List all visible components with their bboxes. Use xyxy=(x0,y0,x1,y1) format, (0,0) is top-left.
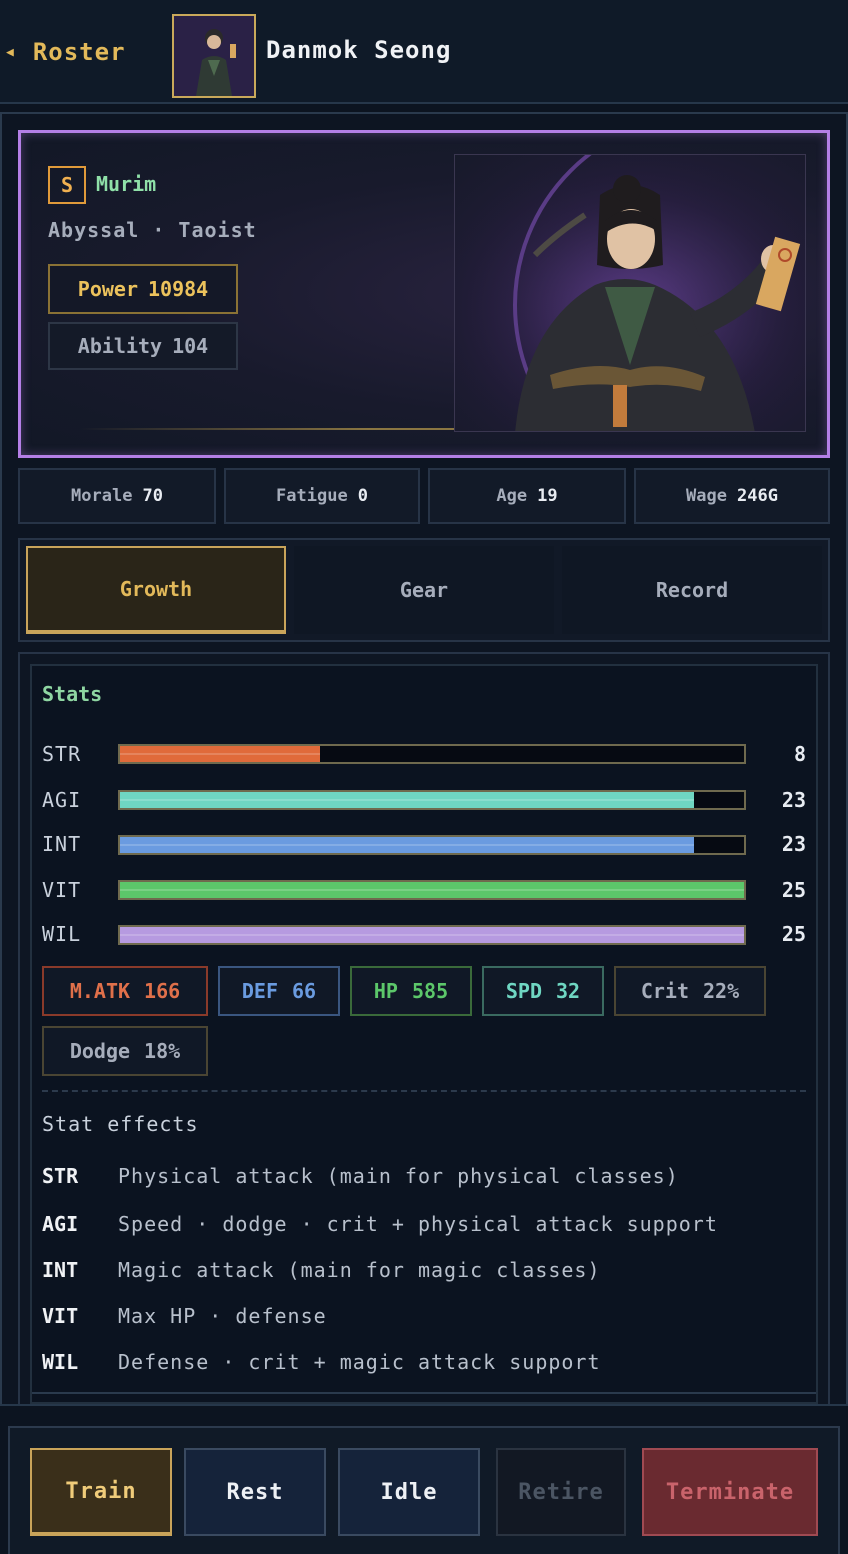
chip-crit: Crit 22% xyxy=(614,966,766,1016)
rest-button[interactable]: Rest xyxy=(184,1448,326,1536)
faction-label: Murim xyxy=(96,172,157,196)
status-label: Wage xyxy=(686,486,727,506)
class-subtitle: Abyssal · Taoist xyxy=(48,218,257,242)
character-avatar xyxy=(172,14,256,98)
stat-label-agi: AGI xyxy=(42,788,82,812)
back-label: Roster xyxy=(32,38,126,66)
status-value: 70 xyxy=(142,486,163,506)
chip-label: HP xyxy=(373,979,398,1003)
chip-value: 66 xyxy=(292,979,317,1003)
power-label: Power xyxy=(77,277,138,301)
stat-bar-fill xyxy=(120,927,744,943)
stat-label-int: INT xyxy=(42,832,82,856)
tab-growth[interactable]: Growth xyxy=(26,546,286,634)
chip-label: DEF xyxy=(241,979,279,1003)
chip-hp: HP 585 xyxy=(350,966,472,1016)
effect-text-int: Magic attack (main for magic classes) xyxy=(118,1258,601,1282)
power-value: 10984 xyxy=(148,277,209,301)
ability-badge: Ability 104 xyxy=(48,322,238,370)
idle-button[interactable]: Idle xyxy=(338,1448,480,1536)
character-portrait xyxy=(454,154,806,432)
status-wage: Wage 246G xyxy=(634,468,830,524)
status-value: 19 xyxy=(537,486,558,506)
chip-dodge: Dodge 18% xyxy=(42,1026,208,1076)
effect-key-wil: WIL xyxy=(42,1350,79,1374)
terminate-button[interactable]: Terminate xyxy=(642,1448,818,1536)
stat-label-wil: WIL xyxy=(42,922,82,946)
back-to-roster-button[interactable]: ◀ Roster xyxy=(6,36,126,68)
stat-bar-vit xyxy=(118,880,746,900)
stat-bar-int xyxy=(118,835,746,855)
effect-text-vit: Max HP · defense xyxy=(118,1304,327,1328)
ability-label: Ability xyxy=(77,334,163,358)
stat-bar-fill xyxy=(120,882,744,898)
status-label: Morale xyxy=(71,486,133,506)
stats-title: Stats xyxy=(42,682,103,706)
chip-value: 585 xyxy=(411,979,449,1003)
tab-gear[interactable]: Gear xyxy=(294,546,554,634)
status-value: 0 xyxy=(357,486,368,506)
chip-spd: SPD 32 xyxy=(482,966,604,1016)
status-age: Age 19 xyxy=(428,468,626,524)
character-name: Danmok Seong xyxy=(266,36,452,64)
effect-text-agi: Speed · dodge · crit + physical attack s… xyxy=(118,1212,718,1236)
effect-text-wil: Defense · crit + magic attack support xyxy=(118,1350,601,1374)
section-divider xyxy=(42,1090,806,1092)
stat-value-str: 8 xyxy=(793,742,806,766)
stat-bar-fill xyxy=(120,746,320,762)
effect-text-str: Physical attack (main for physical class… xyxy=(118,1164,679,1188)
effect-key-agi: AGI xyxy=(42,1212,79,1236)
effect-key-str: STR xyxy=(42,1164,79,1188)
tab-record[interactable]: Record xyxy=(562,546,822,634)
chip-label: Crit xyxy=(640,979,690,1003)
stat-value-vit: 25 xyxy=(781,878,806,902)
stat-bar-str xyxy=(118,744,746,764)
triangle-left-icon: ◀ xyxy=(6,44,15,60)
ability-value: 104 xyxy=(172,334,209,358)
stat-value-wil: 25 xyxy=(781,922,806,946)
train-button[interactable]: Train xyxy=(30,1448,172,1536)
stat-bar-agi xyxy=(118,790,746,810)
effect-key-int: INT xyxy=(42,1258,79,1282)
chip-label: M.ATK xyxy=(69,979,131,1003)
status-fatigue: Fatigue 0 xyxy=(224,468,420,524)
chip-value: 166 xyxy=(144,979,181,1003)
chip-value: 22% xyxy=(703,979,740,1003)
retire-button: Retire xyxy=(496,1448,626,1536)
effect-key-vit: VIT xyxy=(42,1304,79,1328)
chip-value: 18% xyxy=(144,1039,181,1063)
status-morale: Morale 70 xyxy=(18,468,216,524)
effects-title: Stat effects xyxy=(42,1112,199,1136)
stat-bar-wil xyxy=(118,925,746,945)
stat-bar-fill xyxy=(120,792,695,808)
stat-label-str: STR xyxy=(42,742,82,766)
stat-bar-fill xyxy=(120,837,695,853)
status-value: 246G xyxy=(737,486,778,506)
chip-label: Dodge xyxy=(69,1039,131,1063)
stat-value-int: 23 xyxy=(781,832,806,856)
stat-value-agi: 23 xyxy=(781,788,806,812)
status-label: Fatigue xyxy=(276,486,348,506)
chip-matk: M.ATK 166 xyxy=(42,966,208,1016)
chip-label: SPD xyxy=(505,979,543,1003)
stat-label-vit: VIT xyxy=(42,878,82,902)
status-label: Age xyxy=(496,486,528,506)
grade-badge: S xyxy=(48,166,86,204)
chip-def: DEF 66 xyxy=(218,966,340,1016)
chip-value: 32 xyxy=(556,979,581,1003)
stats-bottom-edge xyxy=(32,1392,816,1394)
power-badge: Power 10984 xyxy=(48,264,238,314)
